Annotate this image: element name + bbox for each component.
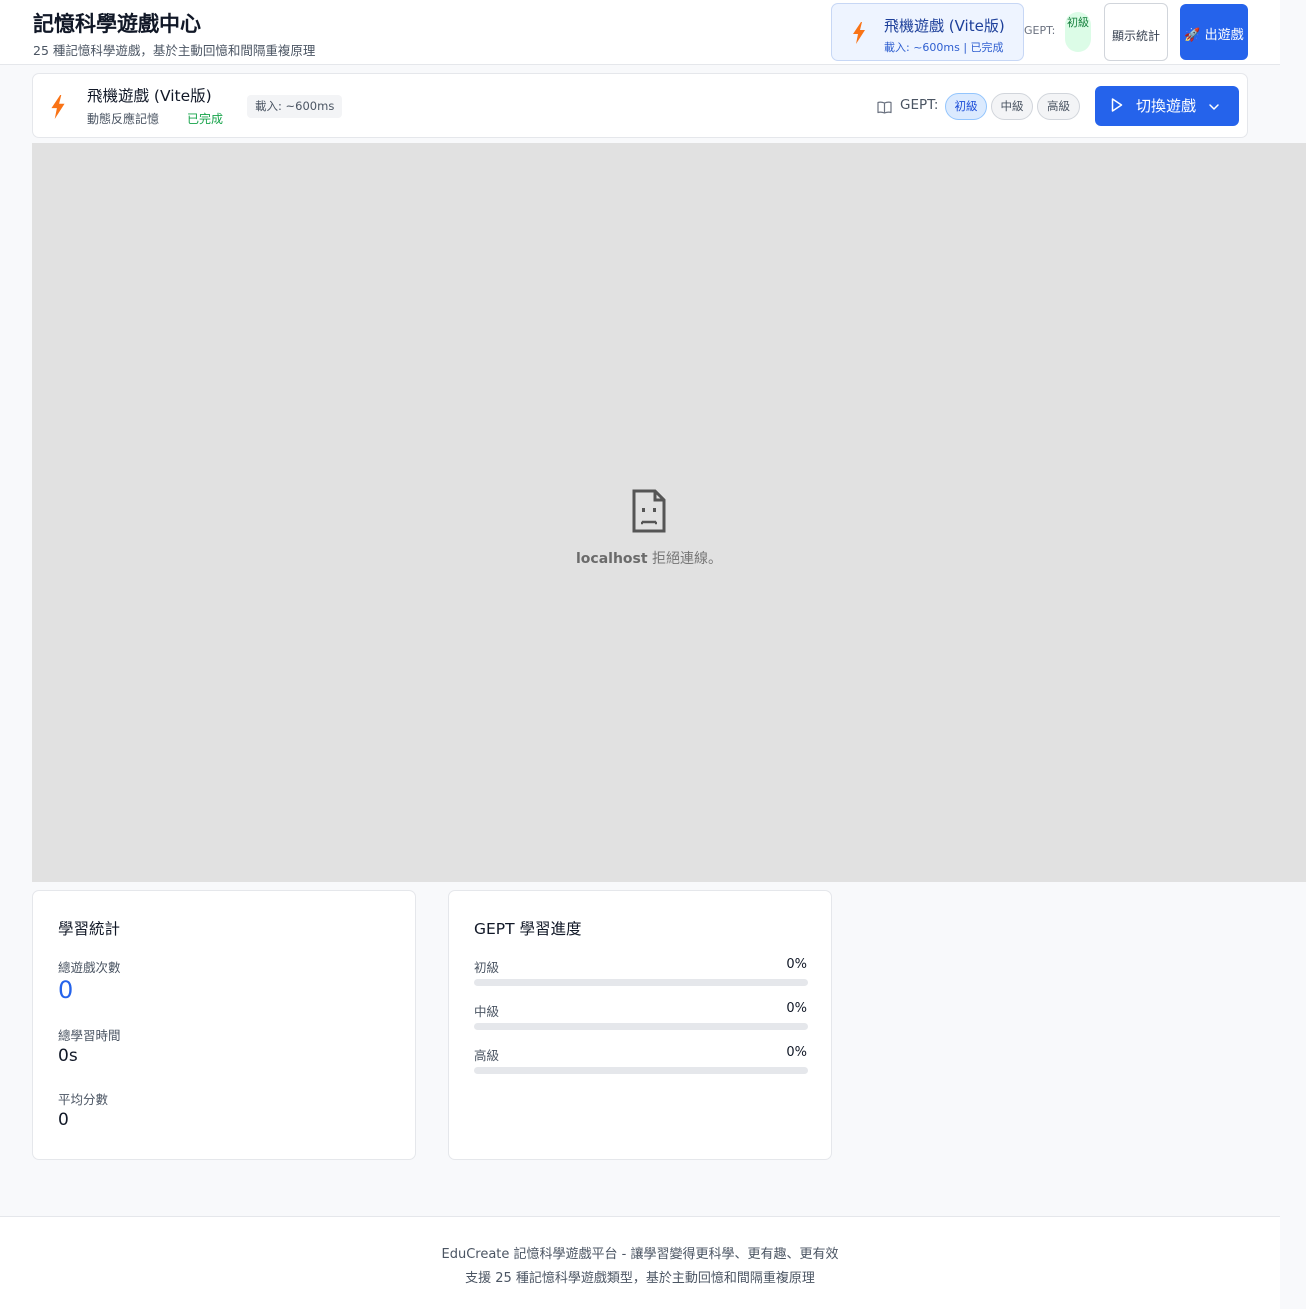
page-subtitle: 25 種記憶科學遊戲，基於主動回憶和間隔重複原理 <box>33 43 316 58</box>
show-stats-button[interactable]: 顯示統計 <box>1104 3 1168 61</box>
progress-bar-advanced <box>474 1067 808 1074</box>
book-icon <box>877 99 892 118</box>
lightning-icon <box>50 95 66 123</box>
progress-label-beginner: 初級 <box>474 960 500 975</box>
avg-score-label: 平均分數 <box>58 1092 109 1107</box>
progress-title: GEPT 學習進度 <box>474 920 582 938</box>
lightning-icon <box>852 22 866 48</box>
current-game-meta: 載入: ~600ms | 已完成 <box>884 41 1004 54</box>
error-host: localhost <box>575 551 648 567</box>
game-info-bar: 飛機遊戲 (Vite版) 動態反應記憶 已完成 載入: ~600ms GEPT:… <box>32 73 1248 138</box>
gept-level-beginner[interactable]: 初級 <box>945 93 987 120</box>
total-time-value: 0s <box>58 1046 78 1066</box>
footer-description: 支援 25 種記憶科學遊戲類型，基於主動回憶和間隔重複原理 <box>465 1271 815 1286</box>
progress-bar-beginner <box>474 979 808 986</box>
footer-tagline: EduCreate 記憶科學遊戲平台 - 讓學習變得更科學、更有趣、更有效 <box>441 1247 839 1262</box>
progress-bar-intermediate <box>474 1023 808 1030</box>
app-header: 記憶科學遊戲中心 25 種記憶科學遊戲，基於主動回憶和間隔重複原理 飛機遊戲 (… <box>0 0 1280 65</box>
avg-score-value: 0 <box>58 1110 69 1130</box>
error-text: 拒絕連線。 <box>647 551 723 567</box>
launch-game-button[interactable]: 🚀 出遊戲 <box>1180 4 1248 60</box>
progress-label-advanced: 高級 <box>474 1048 500 1063</box>
chevron-down-icon <box>1208 99 1220 117</box>
switch-game-label: 切換遊戲 <box>1136 97 1197 115</box>
page-title: 記憶科學遊戲中心 <box>33 12 201 36</box>
progress-percent-advanced: 0% <box>786 1045 807 1060</box>
game-category: 動態反應記憶 <box>87 112 160 126</box>
game-status: 已完成 <box>187 112 224 126</box>
progress-percent-beginner: 0% <box>786 957 807 972</box>
switch-game-button[interactable]: 切換遊戲 <box>1095 86 1239 126</box>
gept-level-intermediate[interactable]: 中級 <box>991 93 1033 120</box>
game-frame[interactable]: localhost 拒絕連線。 <box>32 143 1306 882</box>
gept-progress-card: GEPT 學習進度 初級 0% 中級 0% 高級 0% <box>448 890 832 1160</box>
load-time-badge: 載入: ~600ms <box>247 95 343 118</box>
total-games-value: 0 <box>58 976 74 1004</box>
stats-title: 學習統計 <box>58 920 121 938</box>
play-icon <box>1111 98 1123 116</box>
game-name: 飛機遊戲 (Vite版) <box>87 87 212 105</box>
gept-label: GEPT: <box>1024 24 1056 37</box>
connection-error-message: localhost 拒絕連線。 <box>32 548 1266 568</box>
total-time-label: 總學習時間 <box>58 1028 121 1043</box>
current-game-card[interactable]: 飛機遊戲 (Vite版) 載入: ~600ms | 已完成 <box>831 3 1024 61</box>
page-footer: EduCreate 記憶科學遊戲平台 - 讓學習變得更科學、更有趣、更有效 支援… <box>0 1216 1280 1309</box>
progress-percent-intermediate: 0% <box>786 1001 807 1016</box>
gept-level-badge: 初級 <box>1065 12 1091 52</box>
gept-level-advanced[interactable]: 高級 <box>1037 93 1080 120</box>
progress-label-intermediate: 中級 <box>474 1004 500 1019</box>
current-game-name: 飛機遊戲 (Vite版) <box>884 17 1005 35</box>
broken-page-icon <box>631 489 667 537</box>
learning-stats-card: 學習統計 總遊戲次數 0 總學習時間 0s 平均分數 0 <box>32 890 416 1160</box>
gept-label: GEPT: <box>900 97 939 113</box>
total-games-label: 總遊戲次數 <box>58 960 121 975</box>
